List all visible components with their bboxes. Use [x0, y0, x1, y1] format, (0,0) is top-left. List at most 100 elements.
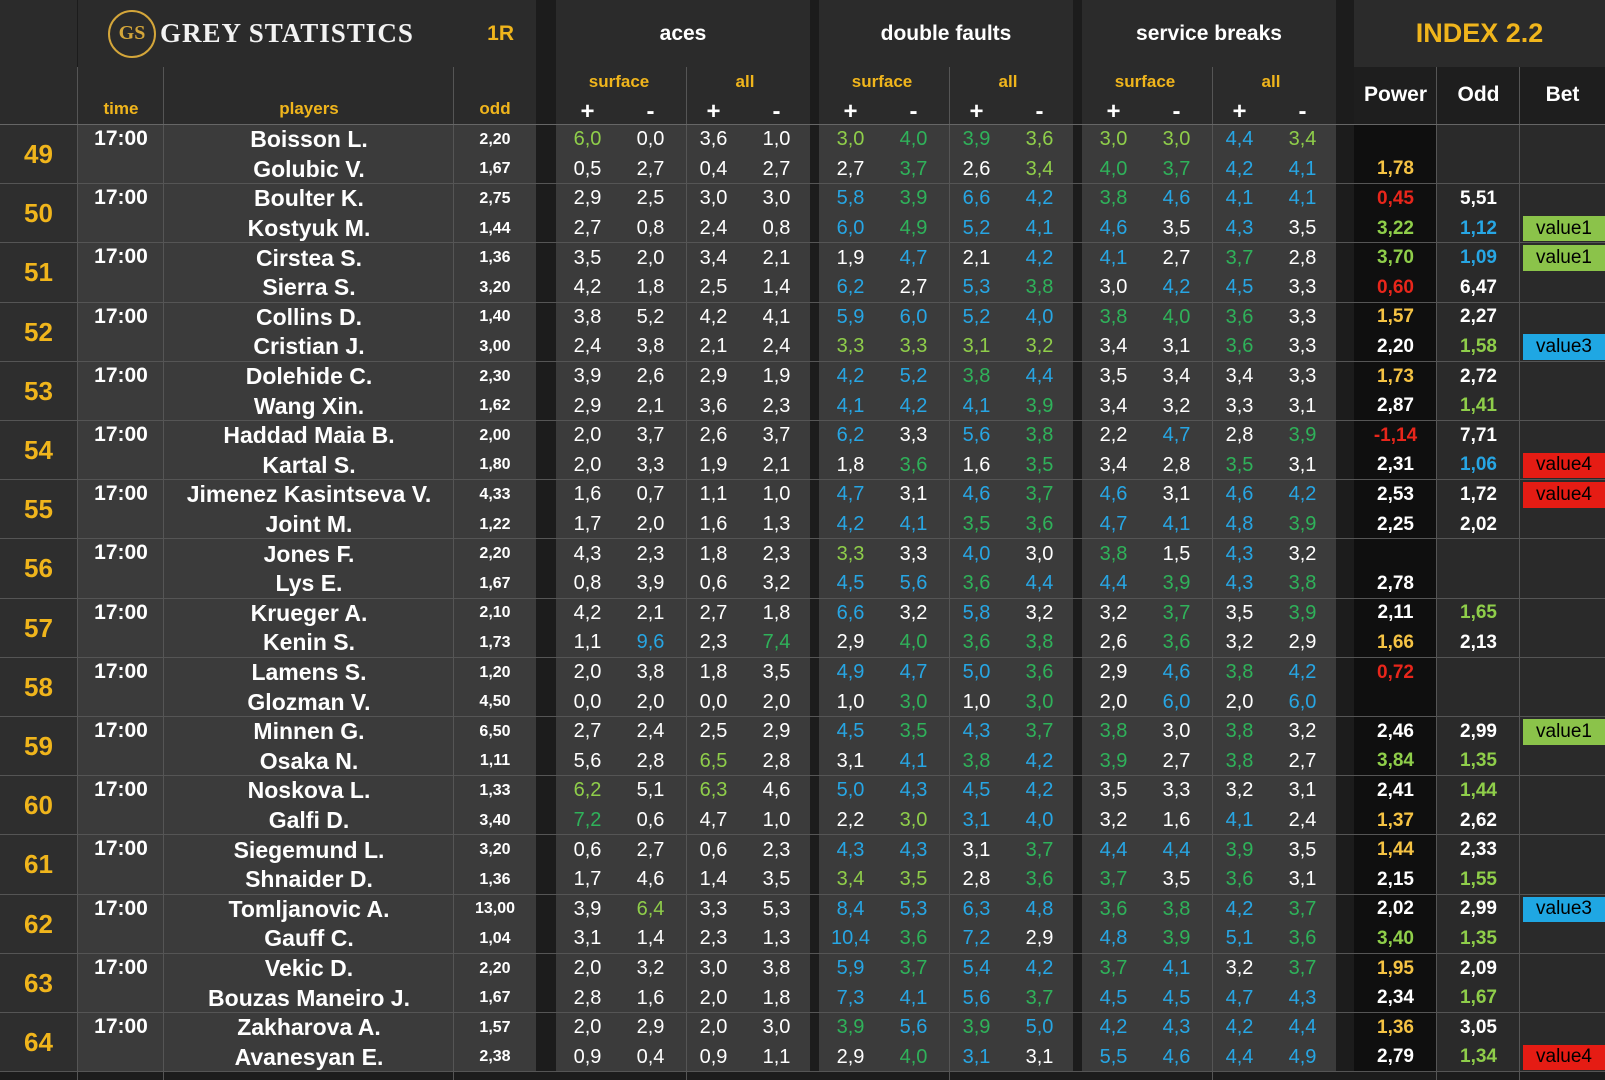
bet-badge[interactable]: value1 — [1523, 245, 1605, 271]
stat-value: 2,8 — [636, 749, 665, 772]
stat-value: 3,3 — [1225, 394, 1254, 417]
power-value: 2,87 — [1377, 395, 1414, 417]
index-bg-bet — [1520, 953, 1605, 1013]
stat-value: 3,9 — [1025, 394, 1054, 417]
stat-value: 3,7 — [636, 424, 665, 447]
stat-value: 2,8 — [962, 868, 991, 891]
power-value: 2,02 — [1377, 898, 1414, 920]
player-odd: 1,73 — [479, 633, 511, 651]
stat-value: 5,8 — [962, 601, 991, 624]
stat-value: 4,2 — [1288, 661, 1317, 684]
stat-value: 2,7 — [1162, 246, 1191, 269]
stat-value: 3,5 — [762, 868, 791, 891]
stat-value: 2,0 — [636, 246, 665, 269]
odd-index-header: Odd — [1457, 83, 1500, 106]
round-label: 1R — [487, 21, 514, 45]
stat-value: 0,8 — [573, 572, 602, 595]
stat-value: 4,6 — [1162, 661, 1191, 684]
power-value: -1,14 — [1373, 424, 1418, 446]
stat-value: 3,6 — [1025, 868, 1054, 891]
stat-value: 4,3 — [1225, 572, 1254, 595]
stat-value: 3,8 — [1225, 720, 1254, 743]
players-header: players — [279, 99, 339, 118]
stat-value: 1,6 — [636, 986, 665, 1009]
power-value: 1,78 — [1377, 158, 1414, 180]
odd-header: odd — [479, 99, 511, 118]
player-name: Lys E. — [275, 570, 343, 597]
brand-name: GREY STATISTICS — [160, 18, 414, 48]
stat-value: 3,3 — [899, 542, 928, 565]
stat-value: 0,6 — [573, 838, 602, 861]
stat-value: 3,1 — [962, 335, 991, 358]
stats-sheet: GS GREY STATISTICS 1R time players odd I… — [0, 0, 1605, 1080]
stat-value: 1,4 — [636, 927, 665, 950]
bet-badge[interactable]: value4 — [1523, 1044, 1605, 1071]
bet-badge[interactable]: value1 — [1523, 215, 1605, 242]
stat-value: 1,6 — [962, 453, 991, 476]
stat-value: 4,6 — [1099, 483, 1128, 506]
stat-value: 3,7 — [1025, 483, 1054, 506]
match-number: 55 — [0, 480, 77, 540]
stat-value: 3,6 — [1225, 868, 1254, 891]
power-value: 2,15 — [1377, 868, 1414, 890]
power-value: 1,66 — [1377, 631, 1414, 653]
bet-badge[interactable]: value4 — [1523, 452, 1605, 479]
power-value: 2,79 — [1377, 1046, 1414, 1068]
player-odd: 4,50 — [479, 693, 511, 711]
bet-badge[interactable]: value4 — [1523, 482, 1605, 508]
index-odd-value: 1,65 — [1460, 602, 1497, 624]
stat-value: 1,4 — [762, 276, 791, 299]
stat-value: 3,2 — [1225, 779, 1254, 802]
player-name: Jimenez Kasintseva V. — [186, 481, 432, 508]
index-odd-value: 1,55 — [1460, 868, 1497, 890]
stat-value: 2,9 — [1025, 927, 1054, 950]
stat-value: 6,0 — [1162, 690, 1191, 713]
player-name: Tomljanovic A. — [228, 895, 390, 922]
stat-value: 3,0 — [1162, 128, 1191, 151]
stat-value: 4,4 — [1225, 1045, 1254, 1068]
stat-value: 3,9 — [1225, 838, 1254, 861]
player-name: Sierra S. — [262, 274, 356, 301]
column-divider — [949, 67, 950, 1080]
stat-value: 6,4 — [636, 897, 665, 920]
stat-value: 4,1 — [1288, 157, 1317, 180]
bet-badge[interactable]: value3 — [1523, 334, 1605, 360]
stat-value: 3,6 — [699, 128, 728, 151]
index-odd-value: 2,62 — [1460, 809, 1497, 831]
surface-label: surface — [588, 72, 650, 91]
match-number: 64 — [0, 1013, 77, 1073]
bet-badge[interactable]: value3 — [1523, 896, 1605, 923]
index-odd-value: 1,06 — [1460, 454, 1497, 476]
stat-value: 5,2 — [962, 305, 991, 328]
match-number: 60 — [0, 776, 77, 836]
stat-value: 4,7 — [1162, 424, 1191, 447]
power-value: 2,41 — [1377, 779, 1414, 801]
match-number: 49 — [0, 125, 77, 185]
stat-value: 9,6 — [636, 631, 665, 654]
match-time: 17:00 — [94, 245, 148, 269]
stat-value: 1,4 — [699, 868, 728, 891]
stat-value: 2,8 — [762, 749, 791, 772]
bet-badge[interactable]: value1 — [1523, 719, 1605, 745]
group-header-service-breaks: service breaks — [1082, 0, 1336, 67]
stat-value: 4,6 — [1162, 187, 1191, 210]
stat-value: 2,6 — [1099, 631, 1128, 654]
stat-value: 3,0 — [762, 187, 791, 210]
player-odd: 1,80 — [479, 456, 511, 474]
stat-value: 5,3 — [962, 276, 991, 299]
stat-value: 4,1 — [1162, 957, 1191, 980]
stat-value: 4,7 — [699, 809, 728, 832]
index-bg-bet — [1520, 776, 1605, 836]
stat-value: 4,3 — [962, 720, 991, 743]
stat-value: 3,5 — [1288, 838, 1317, 861]
col-headers-left: time players odd — [78, 67, 536, 125]
header-corner — [0, 0, 77, 125]
stat-value: 1,0 — [762, 483, 791, 506]
stat-value: 2,8 — [1225, 424, 1254, 447]
stat-value: 1,7 — [573, 513, 602, 536]
stat-value: 2,6 — [699, 424, 728, 447]
stat-value: 3,6 — [1025, 513, 1054, 536]
stat-value: 4,1 — [899, 749, 928, 772]
stat-value: 3,1 — [962, 1045, 991, 1068]
stat-value: 3,1 — [836, 749, 865, 772]
